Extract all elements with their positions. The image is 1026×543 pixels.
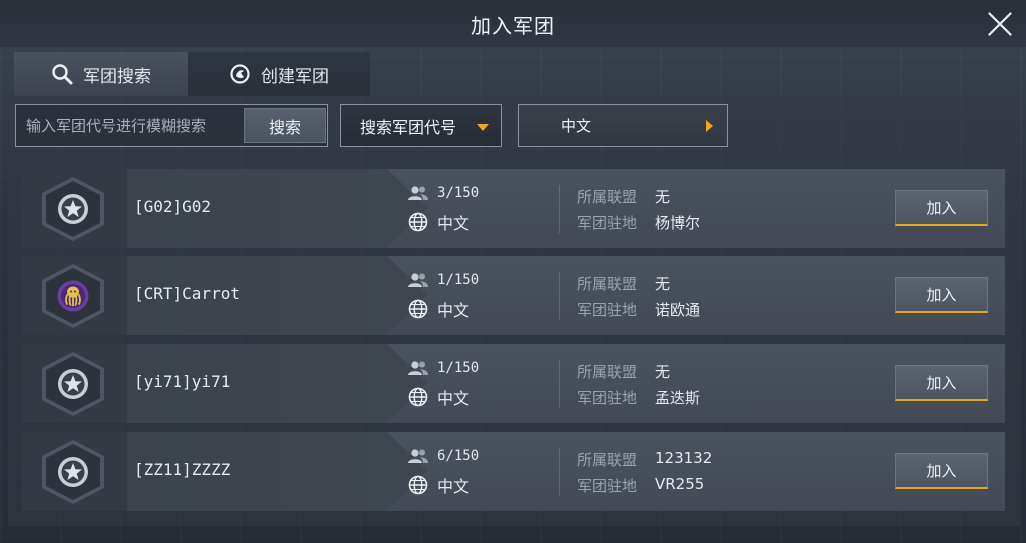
alliance-value: 无 bbox=[655, 188, 671, 206]
alliance-value: 无 bbox=[655, 275, 671, 293]
divider bbox=[559, 272, 560, 320]
join-button[interactable]: 加入 bbox=[895, 453, 988, 489]
star-emblem-icon bbox=[53, 453, 93, 491]
legion-name: [CRT]Carrot bbox=[134, 284, 240, 303]
member-count: 6/150 bbox=[408, 448, 479, 464]
location-label: 军团驻地 bbox=[577, 214, 638, 232]
globe-icon bbox=[408, 387, 428, 407]
divider bbox=[559, 185, 560, 233]
legion-row: [yi71]yi71 1/150 中文 所属联盟 无 军团驻地 孟迭斯 加入 bbox=[22, 344, 1005, 423]
globe-icon bbox=[408, 475, 428, 495]
member-count: 1/150 bbox=[408, 360, 479, 376]
legion-name: [G02]G02 bbox=[134, 197, 212, 216]
legion-language: 中文 bbox=[408, 473, 469, 497]
members-icon bbox=[408, 360, 428, 376]
member-count: 3/150 bbox=[408, 185, 479, 201]
legion-language: 中文 bbox=[408, 385, 469, 409]
close-icon[interactable] bbox=[982, 6, 1018, 42]
join-button[interactable]: 加入 bbox=[895, 365, 988, 401]
search-icon bbox=[51, 63, 73, 85]
legion-name: [ZZ11]ZZZZ bbox=[134, 460, 231, 479]
language-selected: 中文 bbox=[561, 117, 592, 135]
location-value: 孟迭斯 bbox=[655, 389, 701, 407]
caret-right-icon bbox=[706, 120, 713, 132]
octopus-emblem-icon bbox=[53, 277, 93, 315]
globe-icon bbox=[408, 212, 428, 232]
legion-language: 中文 bbox=[408, 297, 469, 321]
tab-legion-search[interactable]: 军团搜索 bbox=[14, 52, 188, 96]
join-button[interactable]: 加入 bbox=[895, 277, 988, 313]
search-input[interactable] bbox=[16, 105, 242, 146]
search-button[interactable]: 搜索 bbox=[244, 108, 326, 143]
location-label: 军团驻地 bbox=[577, 301, 638, 319]
members-icon bbox=[408, 448, 428, 464]
tab-label: 创建军团 bbox=[261, 66, 329, 87]
star-emblem-icon bbox=[53, 365, 93, 403]
location-label: 军团驻地 bbox=[577, 389, 638, 407]
alliance-value: 123132 bbox=[655, 449, 713, 467]
divider bbox=[559, 360, 560, 408]
location-label: 军团驻地 bbox=[577, 477, 638, 495]
legion-name: [yi71]yi71 bbox=[134, 372, 231, 391]
alliance-value: 无 bbox=[655, 363, 671, 381]
member-count: 1/150 bbox=[408, 272, 479, 288]
alliance-label: 所属联盟 bbox=[577, 363, 638, 381]
members-icon bbox=[408, 185, 428, 201]
caret-down-icon bbox=[477, 124, 489, 131]
alliance-label: 所属联盟 bbox=[577, 188, 638, 206]
create-emblem-icon bbox=[229, 63, 251, 85]
location-value: 杨博尔 bbox=[655, 214, 701, 232]
legion-row: [ZZ11]ZZZZ 6/150 中文 所属联盟 123132 军团驻地 VR2… bbox=[22, 432, 1005, 511]
title-bar: 加入军团 bbox=[0, 0, 1026, 48]
location-value: 诺欧通 bbox=[655, 301, 701, 319]
search-filter-dropdown[interactable]: 搜索军团代号 bbox=[340, 104, 502, 147]
tab-create-legion[interactable]: 创建军团 bbox=[188, 52, 370, 96]
search-box: 搜索 bbox=[15, 104, 328, 147]
page-title: 加入军团 bbox=[471, 14, 555, 38]
alliance-label: 所属联盟 bbox=[577, 275, 638, 293]
members-icon bbox=[408, 272, 428, 288]
filter-selected: 搜索军团代号 bbox=[360, 117, 457, 137]
join-button[interactable]: 加入 bbox=[895, 190, 988, 226]
location-value: VR255 bbox=[655, 475, 705, 493]
legion-row: [G02]G02 3/150 中文 所属联盟 无 军团驻地 杨博尔 加入 bbox=[22, 169, 1005, 248]
tab-bar: 军团搜索 创建军团 bbox=[14, 52, 370, 96]
globe-icon bbox=[408, 299, 428, 319]
language-dropdown[interactable]: 中文 bbox=[518, 104, 728, 147]
tab-label: 军团搜索 bbox=[83, 66, 151, 87]
divider bbox=[559, 448, 560, 496]
star-emblem-icon bbox=[53, 190, 93, 228]
alliance-label: 所属联盟 bbox=[577, 451, 638, 469]
legion-language: 中文 bbox=[408, 210, 469, 234]
legion-row: [CRT]Carrot 1/150 中文 所属联盟 无 军团驻地 诺欧通 加入 bbox=[22, 256, 1005, 335]
